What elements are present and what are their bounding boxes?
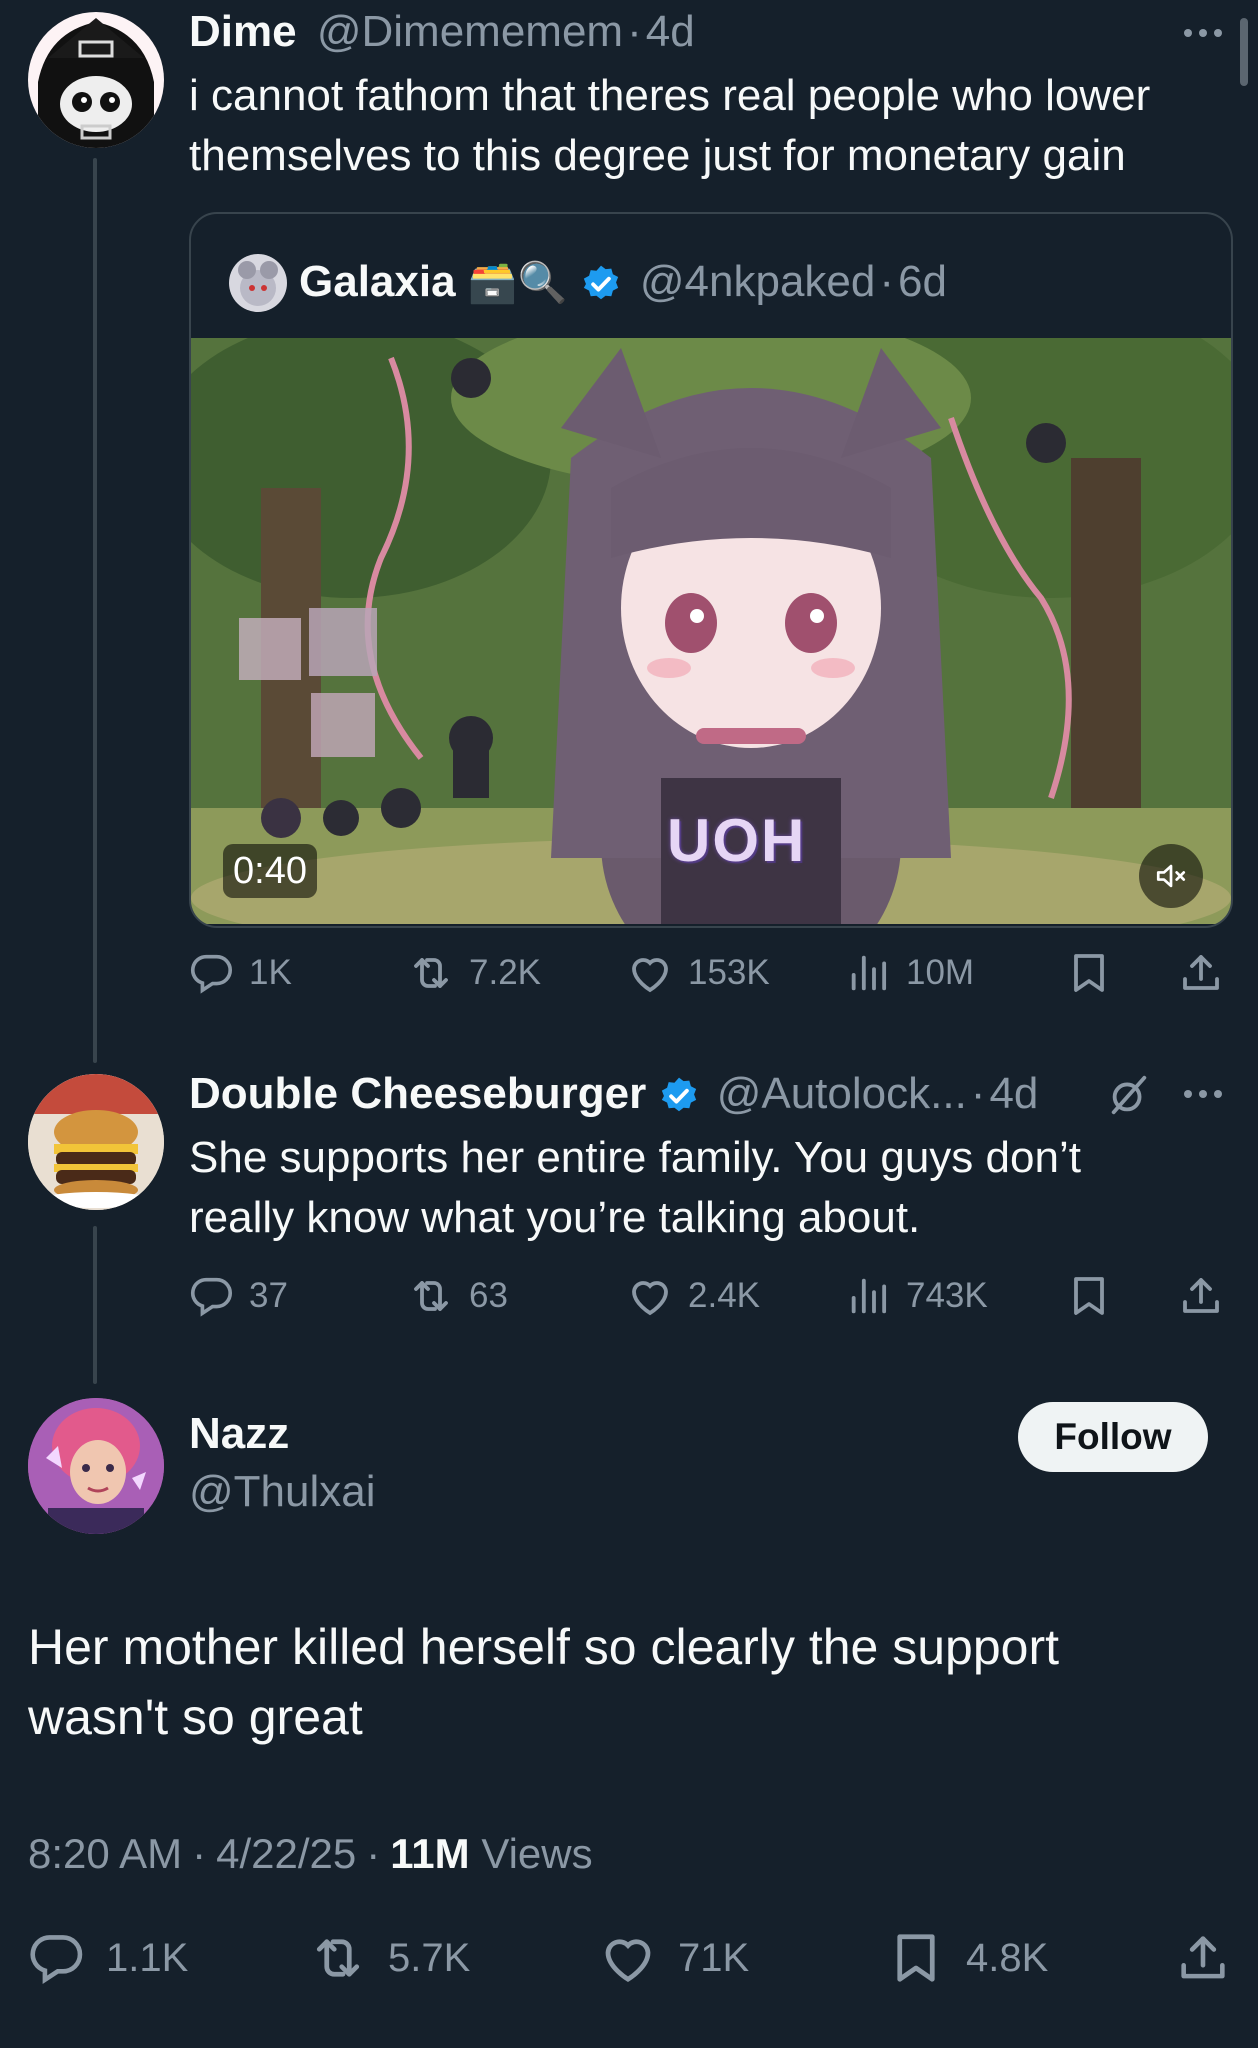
tweet-actions: 37 63 2.4K 743K [189, 1266, 1229, 1326]
share-button[interactable] [1174, 1928, 1232, 1988]
tweet-text: She supports her entire family. You guys… [189, 1133, 1081, 1242]
speaker-muted-icon[interactable] [1139, 844, 1203, 908]
tweet-text: i cannot fathom that theres real people … [189, 71, 1151, 180]
video-duration: 0:40 [223, 844, 317, 898]
heart-icon [626, 949, 674, 997]
heart-icon [626, 1272, 674, 1320]
handle[interactable]: @Dimememem [317, 7, 623, 56]
avatar[interactable] [229, 254, 287, 312]
name-emoji: 🗃️🔍 [467, 261, 568, 305]
avatar[interactable] [28, 12, 164, 148]
separator: · [879, 257, 895, 306]
handle[interactable]: @4nkpaked [640, 257, 876, 306]
repost-icon [407, 1272, 455, 1320]
more-options-icon[interactable] [1184, 1090, 1222, 1098]
handle[interactable]: @Autolock... [717, 1069, 967, 1118]
quote-header: Galaxia 🗃️🔍 @4nkpaked·6d [299, 256, 947, 309]
video-player[interactable]: UOH 0:40 [191, 338, 1231, 924]
tweet-date[interactable]: 4/22/25 [216, 1830, 356, 1877]
repost-count: 5.7K [388, 1935, 471, 1980]
tweet-header: Dime @Dimememem·4d [189, 6, 695, 58]
display-name[interactable]: Double Cheeseburger [189, 1069, 646, 1118]
separator: · [970, 1069, 986, 1118]
separator: · [627, 7, 642, 56]
reply-icon [28, 1929, 86, 1987]
repost-icon [308, 1928, 368, 1988]
video-caption: UOH [667, 807, 807, 874]
display-name[interactable]: Galaxia [299, 257, 456, 306]
share-button[interactable] [1177, 943, 1225, 1003]
bookmark-button[interactable] [1065, 943, 1113, 1003]
share-icon [1177, 949, 1225, 997]
like-button[interactable]: 153K [626, 943, 770, 1003]
reply-icon [189, 950, 235, 996]
follow-button[interactable]: Follow [1018, 1402, 1208, 1472]
timestamp[interactable]: 6d [898, 257, 947, 306]
views-button[interactable]: 10M [846, 943, 974, 1003]
timestamp[interactable]: 4d [646, 7, 695, 56]
tweet-actions: 1.1K 5.7K 71K 4.8K [28, 1928, 1228, 1988]
views-icon [846, 1273, 892, 1319]
scrollbar[interactable] [1240, 18, 1248, 86]
share-icon [1174, 1929, 1232, 1987]
display-name[interactable]: Nazz [189, 1408, 289, 1460]
like-count: 2.4K [688, 1276, 760, 1315]
handle[interactable]: @Thulxai [189, 1466, 376, 1518]
reply-count: 1.1K [106, 1935, 189, 1980]
repost-count: 63 [469, 1276, 508, 1315]
like-button[interactable]: 2.4K [626, 1266, 760, 1326]
like-count: 153K [688, 953, 770, 992]
repost-button[interactable]: 5.7K [308, 1928, 470, 1988]
bookmark-icon [1065, 1272, 1113, 1320]
reply-count: 37 [249, 1276, 288, 1315]
like-count: 71K [678, 1935, 750, 1980]
bookmark-icon [886, 1928, 946, 1988]
bookmark-icon [1065, 949, 1113, 997]
tweet-actions: 1K 7.2K 153K 10M [189, 943, 1229, 1003]
thread-line [93, 1226, 97, 1384]
repost-button[interactable]: 63 [407, 1266, 508, 1326]
repost-button[interactable]: 7.2K [407, 943, 541, 1003]
reply-button[interactable]: 37 [189, 1266, 288, 1326]
bookmark-count: 4.8K [966, 1935, 1049, 1980]
repost-count: 7.2K [469, 953, 541, 992]
views-count: 743K [906, 1276, 988, 1315]
views-label: Views [481, 1830, 593, 1877]
verified-badge-icon [580, 263, 622, 305]
display-name[interactable]: Dime [189, 7, 297, 56]
reply-icon [189, 1273, 235, 1319]
views-count: 10M [906, 953, 975, 992]
more-options-icon[interactable] [1184, 29, 1222, 37]
tweet-header: Double Cheeseburger @Autolock...·4d [189, 1068, 1038, 1120]
tweet-time[interactable]: 8:20 AM [28, 1830, 182, 1877]
avatar[interactable] [28, 1074, 164, 1210]
timestamp[interactable]: 4d [989, 1069, 1038, 1118]
heart-icon [598, 1928, 658, 1988]
quoted-tweet[interactable]: Galaxia 🗃️🔍 @4nkpaked·6d UOH 0:40 [189, 212, 1233, 928]
views-icon [846, 950, 892, 996]
separator: · [192, 1830, 207, 1877]
reply-button[interactable]: 1.1K [28, 1928, 188, 1988]
grok-icon[interactable] [1106, 1072, 1152, 1123]
verified-badge-icon [658, 1075, 700, 1117]
thread-line [93, 158, 97, 1063]
tweet-meta: 8:20 AM · 4/22/25 · 11M Views [28, 1828, 593, 1880]
reply-count: 1K [249, 953, 292, 992]
tweet-text: Her mother killed herself so clearly the… [28, 1619, 1060, 1745]
bookmark-button[interactable] [1065, 1266, 1113, 1326]
views-button[interactable]: 743K [846, 1266, 988, 1326]
like-button[interactable]: 71K [598, 1928, 749, 1988]
avatar[interactable] [28, 1398, 164, 1534]
views-count: 11M [390, 1830, 470, 1877]
share-button[interactable] [1177, 1266, 1225, 1326]
separator: · [366, 1830, 381, 1877]
share-icon [1177, 1272, 1225, 1320]
repost-icon [407, 949, 455, 997]
bookmark-button[interactable]: 4.8K [886, 1928, 1048, 1988]
reply-button[interactable]: 1K [189, 943, 292, 1003]
